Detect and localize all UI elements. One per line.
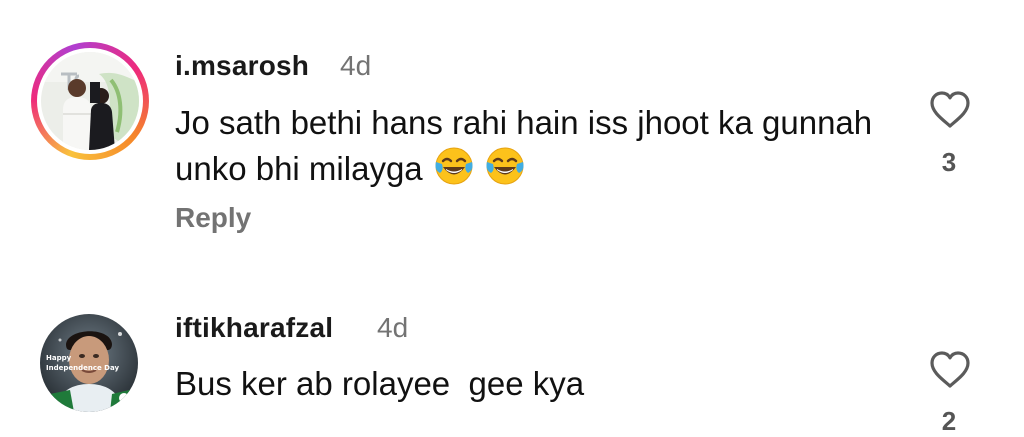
comment-item: Happy Independence Day iftikharafzal 4d … xyxy=(0,290,1024,436)
comment-timestamp: 4d xyxy=(340,50,372,81)
heart-icon[interactable] xyxy=(928,350,972,390)
avatar-overlay-text: Independence Day xyxy=(46,364,119,372)
comment-item: i.msarosh 4d Jo sath bethi hans rahi hai… xyxy=(0,0,1024,290)
comment-text-container: Bus ker ab rolayee gee kya xyxy=(175,361,875,407)
comment-timestamp: 4d xyxy=(377,312,409,343)
face-with-tears-of-joy-icon xyxy=(435,147,473,185)
like-count: 3 xyxy=(941,147,957,177)
avatar[interactable]: Happy Independence Day xyxy=(40,314,138,412)
reply-button[interactable]: Reply xyxy=(175,202,251,234)
avatar-overlay-text: Happy xyxy=(46,354,72,362)
comment-username[interactable]: i.msarosh xyxy=(175,50,309,82)
comment-text: Bus ker ab rolayee gee kya xyxy=(175,365,585,402)
heart-icon[interactable] xyxy=(928,90,972,130)
face-with-tears-of-joy-icon xyxy=(486,147,524,185)
avatar[interactable] xyxy=(41,52,139,150)
comment-text-container: Jo sath bethi hans rahi hain iss jhoot k… xyxy=(175,100,875,192)
comment-username[interactable]: iftikharafzal xyxy=(175,312,333,344)
